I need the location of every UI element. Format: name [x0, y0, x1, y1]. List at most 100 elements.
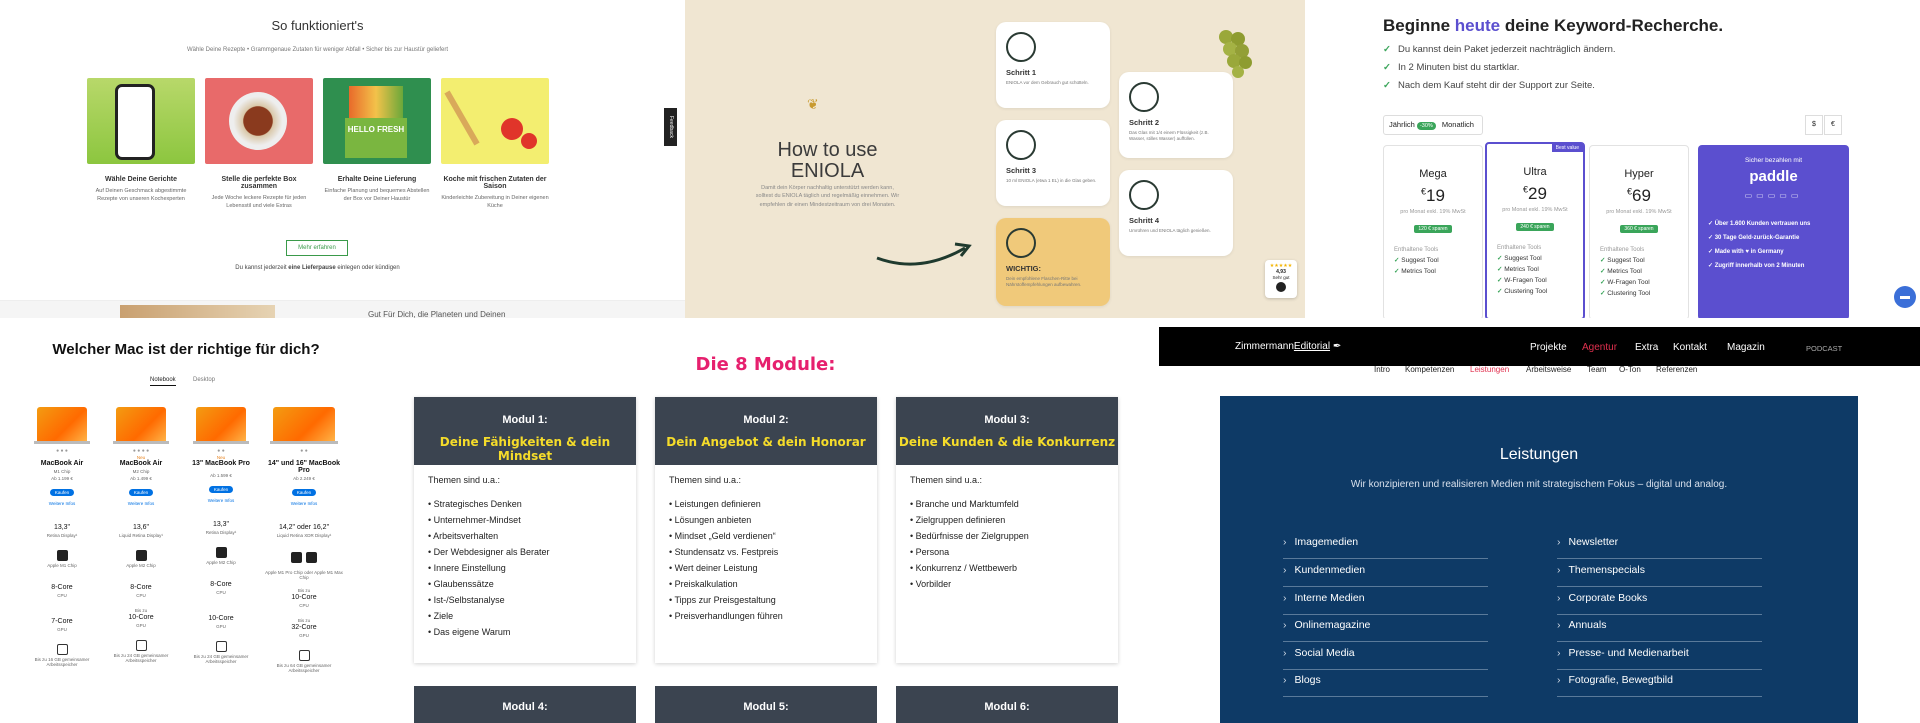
service-link[interactable]: › Interne Medien: [1283, 587, 1488, 615]
buy-button[interactable]: Kaufen: [291, 489, 317, 496]
nav-magazin[interactable]: Magazin: [1727, 342, 1765, 353]
nav-projekte[interactable]: Projekte: [1530, 342, 1567, 353]
agency-logo[interactable]: ZimmermannEditorial ✒: [1235, 341, 1341, 352]
module-item-text: Der Webdesigner als Berater: [433, 547, 550, 557]
service-link[interactable]: › Kundenmedien: [1283, 559, 1488, 587]
services-title: Leistungen: [1499, 446, 1579, 463]
chat-icon[interactable]: ▬: [1894, 286, 1916, 308]
service-link[interactable]: › Social Media: [1283, 642, 1488, 670]
model-name: MacBook Air: [40, 460, 84, 467]
more-info-button[interactable]: Mehr erfahren: [286, 240, 348, 256]
meal-plate-image: [205, 78, 313, 164]
color-dots[interactable]: ● ●: [186, 448, 256, 454]
module-intro: Themen sind u.a.:: [428, 475, 501, 485]
subnav-team[interactable]: Team: [1587, 365, 1607, 374]
subnav-leistungen[interactable]: Leistungen: [1470, 365, 1509, 374]
trust-badge[interactable]: ★★★★★ 4,93 Sehr gut: [1265, 260, 1297, 298]
tab-notebook[interactable]: Notebook: [150, 377, 176, 386]
plan-note: pro Monat exkl. 19% MwSt: [1606, 209, 1672, 215]
macbook-image: [37, 407, 87, 441]
more-link[interactable]: Weitere Infos: [106, 501, 176, 506]
check-icon: ✓: [1383, 62, 1391, 73]
nav-podcast[interactable]: PODCAST: [1806, 344, 1842, 353]
paddle-logo: paddle: [1749, 168, 1798, 185]
service-link[interactable]: › Blogs: [1283, 669, 1488, 697]
buy-button[interactable]: Kaufen: [208, 486, 234, 493]
module-item-text: Persona: [915, 547, 950, 557]
step-title: Erhalte Deine Lieferung: [337, 176, 417, 183]
service-link[interactable]: › Onlinemagazine: [1283, 614, 1488, 642]
service-link[interactable]: › Themenspecials: [1557, 559, 1762, 587]
module-header: Modul 1: Deine Fähigkeiten & dein Mindse…: [414, 397, 636, 465]
display-size: 13,3": [212, 521, 230, 528]
headline-text: Beginne: [1383, 16, 1455, 35]
step-title: Koche mit frischen Zutaten der Saison: [443, 176, 547, 190]
bottle-shake-icon: [1006, 32, 1036, 62]
tool-name: Clustering Tool: [1504, 287, 1548, 295]
module-item-text: Tipps zur Preisgestaltung: [674, 595, 776, 605]
service-link[interactable]: › Imagemedien: [1283, 531, 1488, 559]
tool-item: ✓ Metrics Tool: [1394, 267, 1436, 275]
note-link[interactable]: eine Lieferpause: [288, 265, 335, 271]
subnav-referenzen[interactable]: Referenzen: [1656, 365, 1697, 374]
yearly-option[interactable]: Jährlich: [1389, 120, 1415, 129]
nav-agentur[interactable]: Agentur: [1582, 342, 1617, 353]
monthly-option[interactable]: Monatlich: [1442, 120, 1474, 129]
more-link[interactable]: Weitere Infos: [27, 501, 97, 506]
plan-card-hyper[interactable]: Hyper €69 pro Monat exkl. 19% MwSt 360 €…: [1589, 145, 1689, 318]
currency-usd[interactable]: $: [1805, 115, 1823, 135]
display-size: 13,6": [132, 524, 150, 531]
module-body: Themen sind u.a.: • Branche und Marktumf…: [896, 465, 1118, 605]
module-item: • Preiskalkulation: [669, 579, 738, 589]
nav-extra[interactable]: Extra: [1635, 342, 1658, 353]
tool-item: ✓ Suggest Tool: [1497, 254, 1542, 262]
service-link[interactable]: › Newsletter: [1557, 531, 1762, 559]
subnav-o-ton[interactable]: O-Ton: [1619, 365, 1641, 374]
module-item-text: Lösungen anbieten: [674, 515, 752, 525]
currency-eur[interactable]: €: [1824, 115, 1842, 135]
module-item: • Persona: [910, 547, 950, 557]
module-card-next: Modul 5:: [655, 686, 877, 723]
modules-panel: Die 8 Module: Modul 1: Deine Fähigkeiten…: [372, 327, 1159, 723]
more-link[interactable]: Weitere Infos: [265, 501, 343, 506]
plan-card-ultra[interactable]: Best value Ultra €29 pro Monat exkl. 19%…: [1485, 142, 1585, 318]
subnav-arbeitsweise[interactable]: Arbeitsweise: [1526, 365, 1571, 374]
subnav-intro[interactable]: Intro: [1374, 365, 1390, 374]
tab-desktop[interactable]: Desktop: [193, 377, 215, 383]
chevron-right-icon: ›: [1283, 592, 1287, 604]
feedback-tab[interactable]: Feedback: [664, 108, 677, 146]
billing-toggle[interactable]: Jährlich -30% Monatlich: [1383, 115, 1483, 135]
color-dots[interactable]: ● ● ● ●: [106, 448, 176, 454]
glass-fill-icon: [1129, 82, 1159, 112]
service-link[interactable]: › Corporate Books: [1557, 587, 1762, 615]
nav-kontakt[interactable]: Kontakt: [1673, 342, 1707, 353]
module-item-text: Ziele: [433, 611, 454, 621]
buy-button[interactable]: Kaufen: [49, 489, 75, 496]
gpu-cores: 10-Core: [208, 615, 234, 622]
module-item-text: Unternehmer-Mindset: [433, 515, 521, 525]
cpu-cores: 8-Core: [130, 584, 152, 591]
service-link[interactable]: › Fotografie, Bewegtbild: [1557, 669, 1762, 697]
section-subtitle: Wähle Deine Rezepte • Grammgenaue Zutate…: [187, 47, 448, 53]
how-to-description: Damit dein Körper nachhaltig unterstützt…: [755, 185, 900, 208]
more-link[interactable]: Weitere Infos: [186, 498, 256, 503]
color-dots[interactable]: ● ●: [265, 448, 343, 454]
subnav-kompetenzen[interactable]: Kompetenzen: [1405, 365, 1454, 374]
step-card: Schritt 1 ENIOLA vor dem Gebrauch gut sc…: [996, 22, 1110, 108]
module-item-text: Konkurrenz / Wettbewerb: [915, 563, 1018, 573]
headline-accent: heute: [1454, 16, 1501, 35]
paddle-point-text: 30 Tage Geld-zurück-Garantie: [1714, 235, 1800, 241]
color-dots[interactable]: ● ● ●: [27, 448, 97, 454]
service-link[interactable]: › Presse- und Medienarbeit: [1557, 642, 1762, 670]
step-text: 10 ml ENIOLA (etwa 1 EL) in die Glas geb…: [1006, 178, 1097, 183]
step-card: Schritt 4 Umrühren und ENIOLA täglich ge…: [1119, 170, 1233, 256]
module-body: Themen sind u.a.: • Strategisches Denken…: [414, 465, 636, 653]
chevron-right-icon: ›: [1283, 674, 1287, 686]
plan-card-mega[interactable]: Mega €19 pro Monat exkl. 19% MwSt 120 € …: [1383, 145, 1483, 318]
service-link[interactable]: › Annuals: [1557, 614, 1762, 642]
tool-name: Suggest Tool: [1607, 256, 1645, 264]
service-label: Kundenmedien: [1294, 564, 1366, 576]
buy-button[interactable]: Kaufen: [128, 489, 154, 496]
service-label: Newsletter: [1568, 536, 1619, 548]
memory-icon: [56, 644, 68, 655]
